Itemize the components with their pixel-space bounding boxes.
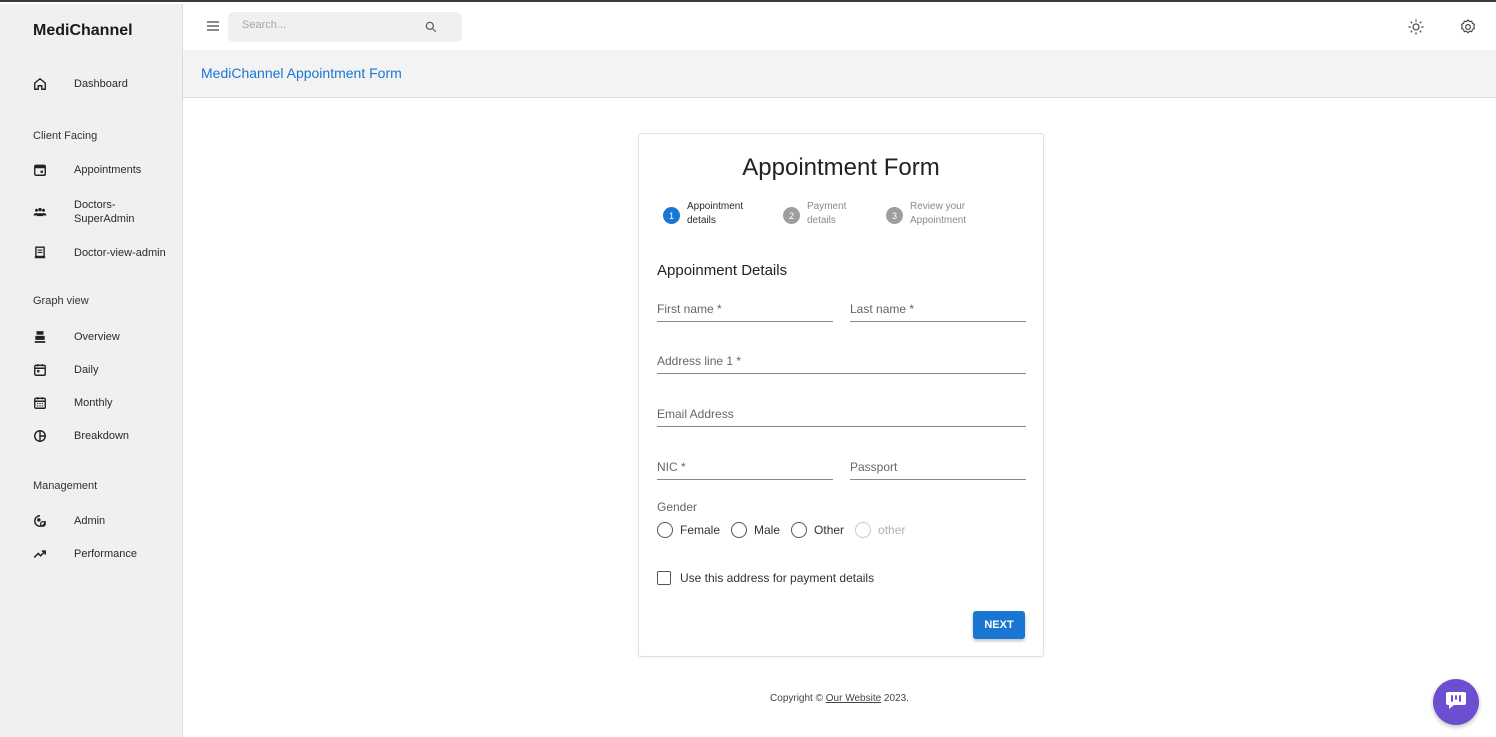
step-label: Appointment details <box>687 201 744 226</box>
radio-female[interactable]: Female <box>657 522 720 538</box>
page-title: MediChannel Appointment Form <box>201 65 402 81</box>
our-website-link[interactable]: Our Website <box>826 693 881 704</box>
search-input[interactable] <box>242 19 422 31</box>
search-icon[interactable] <box>424 20 438 34</box>
point-of-sale-icon <box>33 330 47 344</box>
nic-input[interactable] <box>657 460 833 474</box>
checkbox-label: Use this address for payment details <box>680 571 875 585</box>
sidebar-item-label: Dashboard <box>74 78 128 90</box>
sidebar-item-dashboard[interactable]: Dashboard <box>0 69 182 99</box>
sidebar: MediChannel Dashboard Client Facing Appo… <box>0 4 183 737</box>
step-number: 1 <box>663 207 680 224</box>
section-title-client-facing: Client Facing <box>33 130 98 142</box>
sidebar-item-performance[interactable]: Performance <box>0 539 182 569</box>
light-mode-icon[interactable] <box>1407 18 1425 36</box>
people-icon <box>33 205 47 219</box>
sidebar-item-doctor-view-admin[interactable]: Doctor-view-admin <box>0 238 182 268</box>
radio-label: Other <box>814 523 845 537</box>
radio-label: other <box>878 523 906 537</box>
admin-icon <box>33 514 47 528</box>
sidebar-item-appointments[interactable]: Appointments <box>0 155 182 185</box>
sidebar-item-admin[interactable]: Admin <box>0 506 182 536</box>
appointment-form-card: Appointment Form 1 Appointment details 2… <box>638 133 1044 657</box>
nic-field <box>657 452 833 480</box>
radio-label: Female <box>680 523 721 537</box>
address-line-1-input[interactable] <box>657 354 1026 368</box>
calendar-month-icon <box>33 396 47 410</box>
search-box <box>228 12 462 42</box>
step-number: 2 <box>783 207 800 224</box>
settings-icon[interactable] <box>1459 18 1477 36</box>
step-payment-details[interactable]: 2 Payment details <box>783 200 857 228</box>
home-icon <box>33 77 47 91</box>
section-heading: Appoinment Details <box>657 262 788 279</box>
chat-button[interactable] <box>1433 679 1479 725</box>
last-name-input[interactable] <box>850 302 1026 316</box>
first-name-field <box>657 294 833 322</box>
trending-up-icon <box>33 547 47 561</box>
pie-chart-icon <box>33 429 47 443</box>
next-button[interactable]: NEXT <box>973 611 1025 639</box>
sidebar-item-monthly[interactable]: Monthly <box>0 388 182 418</box>
sidebar-item-label: Overview <box>74 331 120 343</box>
step-label: Payment details <box>807 201 847 226</box>
gender-label: Gender <box>657 500 698 514</box>
step-label: Review your Appointment <box>910 201 967 226</box>
passport-input[interactable] <box>850 460 1026 474</box>
address-line-1-field <box>657 346 1026 374</box>
menu-icon[interactable] <box>205 18 221 34</box>
sidebar-item-daily[interactable]: Daily <box>0 355 182 385</box>
sidebar-item-label: Doctor-view-admin <box>74 247 166 259</box>
radio-circle[interactable] <box>657 522 673 538</box>
passport-field <box>850 452 1026 480</box>
radio-circle <box>855 522 872 538</box>
form-title: Appointment Form <box>742 154 940 181</box>
sidebar-item-label: Daily <box>74 364 99 376</box>
sidebar-item-label: Appointments <box>74 164 142 176</box>
radio-circle[interactable] <box>791 522 808 538</box>
section-title-graph-view: Graph view <box>33 295 89 307</box>
chat-bubble-icon <box>1444 688 1468 717</box>
sidebar-item-label: Performance <box>74 548 137 560</box>
gender-radio-group: Female Male Other other <box>657 522 916 538</box>
radio-other[interactable]: Other <box>791 522 844 538</box>
copyright-prefix: Copyright © <box>770 693 826 704</box>
checkbox-square[interactable] <box>657 571 671 585</box>
sidebar-item-breakdown[interactable]: Breakdown <box>0 421 182 451</box>
radio-label: Male <box>754 523 781 537</box>
email-field <box>657 399 1026 427</box>
page-header: MediChannel Appointment Form <box>183 50 1496 98</box>
footer-copyright: Copyright © Our Website 2023. <box>183 693 1496 704</box>
first-name-input[interactable] <box>657 302 833 316</box>
calendar-today-icon <box>33 363 47 377</box>
receipt-icon <box>33 246 47 260</box>
radio-male[interactable]: Male <box>731 522 780 538</box>
sidebar-item-label: Breakdown <box>74 430 130 442</box>
copyright-suffix: 2023. <box>881 693 909 704</box>
step-review-appointment[interactable]: 3 Review your Appointment <box>886 200 980 228</box>
sidebar-item-doctors-superadmin[interactable]: Doctors-SuperAdmin <box>0 194 182 230</box>
use-address-checkbox[interactable]: Use this address for payment details <box>657 571 874 585</box>
last-name-field <box>850 294 1026 322</box>
sidebar-item-label: Doctors-SuperAdmin <box>74 199 135 225</box>
step-number: 3 <box>886 207 903 224</box>
sidebar-item-overview[interactable]: Overview <box>0 322 182 352</box>
top-bar <box>183 4 1496 50</box>
sidebar-item-label: Monthly <box>74 397 113 409</box>
radio-circle[interactable] <box>731 522 748 538</box>
email-input[interactable] <box>657 407 1026 421</box>
step-appointment-details[interactable]: 1 Appointment details <box>663 200 751 228</box>
calendar-icon <box>33 163 47 177</box>
sidebar-item-label: Admin <box>74 515 106 527</box>
section-title-management: Management <box>33 480 98 492</box>
brand-logo[interactable]: MediChannel <box>33 22 133 40</box>
radio-other-disabled: other <box>855 522 905 538</box>
